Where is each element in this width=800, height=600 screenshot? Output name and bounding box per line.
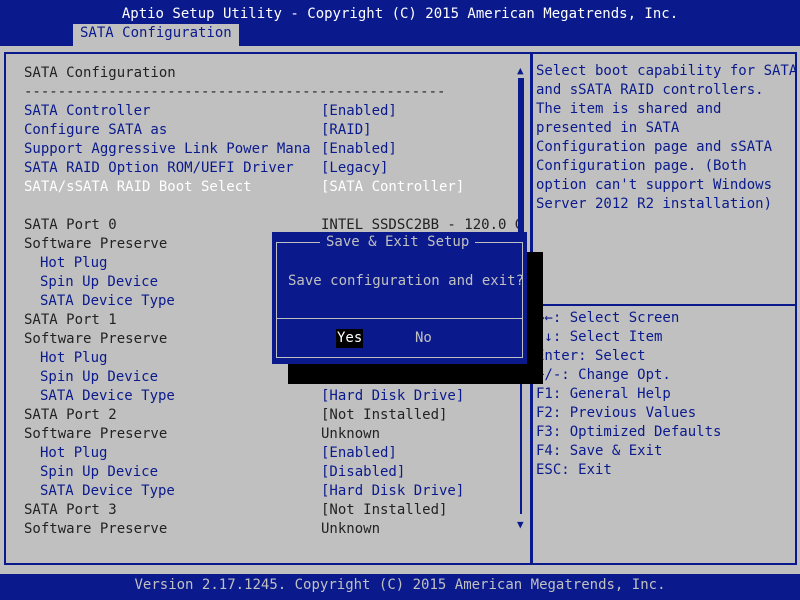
option-label: Configure SATA as (24, 122, 168, 138)
option-raid-boot-select[interactable]: SATA/sSATA RAID Boot Select [SATA Contro… (24, 178, 464, 197)
option-value: [Legacy] (321, 160, 389, 176)
port1-device-type[interactable]: SATA Device Type [Hard Disk Drive] (24, 387, 464, 406)
option-value: [Enabled] (321, 141, 397, 157)
option-raid-option-rom[interactable]: SATA RAID Option ROM/UEFI Driver [Legacy… (24, 159, 388, 178)
dialog-message: Save configuration and exit? (288, 273, 525, 289)
help-divider (531, 304, 797, 306)
footer-version: Version 2.17.1245. Copyright (C) 2015 Am… (0, 574, 800, 600)
port3-row: SATA Port 3 [Not Installed] (24, 502, 448, 518)
help-text-line: Configuration page and sSATA (536, 139, 773, 155)
port2-hot-plug[interactable]: Hot Plug [Enabled] (24, 444, 397, 463)
key-hint-select-item: ↑↓: Select Item (536, 329, 663, 345)
no-button[interactable]: No (415, 329, 432, 348)
port2-row: SATA Port 2 [Not Installed] (24, 407, 448, 423)
option-sata-controller[interactable]: SATA Controller [Enabled] (24, 102, 397, 121)
option-label: SATA/sSATA RAID Boot Select (24, 179, 252, 195)
scroll-down-icon[interactable]: ▼ (517, 518, 524, 531)
help-text-line: Configuration page. (Both (536, 158, 747, 174)
title-bar: Aptio Setup Utility - Copyright (C) 2015… (0, 0, 800, 46)
help-text-line: Select boot capability for SATA (536, 63, 798, 79)
port3-software-preserve: Software Preserve Unknown (24, 521, 381, 537)
help-text-line: Server 2012 R2 installation) (536, 196, 773, 212)
option-aggressive-link-power[interactable]: Support Aggressive Link Power Mana [Enab… (24, 140, 397, 159)
port2-software-preserve: Software Preserve Unknown (24, 426, 381, 442)
port2-device-type[interactable]: SATA Device Type [Hard Disk Drive] (24, 482, 464, 501)
key-hint-f1: F1: General Help (536, 386, 671, 402)
option-configure-sata-as[interactable]: Configure SATA as [RAID] (24, 121, 372, 140)
yes-button[interactable]: Yes (336, 329, 364, 348)
help-text-line: The item is shared and (536, 101, 722, 117)
port2-spin-up[interactable]: Spin Up Device [Disabled] (24, 463, 405, 482)
key-hint-f4: F4: Save & Exit (536, 443, 663, 459)
key-hint-f2: F2: Previous Values (536, 405, 697, 421)
app-title: Aptio Setup Utility - Copyright (C) 2015… (121, 6, 679, 22)
scroll-up-icon[interactable]: ▲ (517, 64, 524, 77)
key-hint-change-opt: +/-: Change Opt. (536, 367, 671, 383)
option-label: SATA RAID Option ROM/UEFI Driver (24, 160, 294, 176)
key-hint-enter: Enter: Select (536, 348, 646, 364)
save-exit-dialog: Save & Exit Setup Save configuration and… (272, 232, 527, 364)
key-hint-f3: F3: Optimized Defaults (536, 424, 722, 440)
option-label: Support Aggressive Link Power Mana (24, 141, 311, 157)
option-value: [SATA Controller] (321, 179, 465, 195)
help-text-line: presented in SATA (536, 120, 680, 136)
option-label: SATA Controller (24, 103, 151, 119)
help-text-line: and sSATA RAID controllers. (536, 82, 764, 98)
key-hint-esc: ESC: Exit (536, 462, 612, 478)
dialog-separator (276, 318, 523, 319)
help-text-line: option can't support Windows (536, 177, 773, 193)
option-value: [Enabled] (321, 103, 397, 119)
tab-sata-configuration[interactable]: SATA Configuration (73, 24, 239, 46)
dialog-title: Save & Exit Setup (320, 233, 476, 252)
key-hint-select-screen: →←: Select Screen (536, 310, 680, 326)
option-value: [RAID] (321, 122, 372, 138)
port0-row: SATA Port 0 INTEL SSDSC2BB - 120.0 G (24, 217, 524, 233)
dialog-frame (276, 242, 523, 358)
